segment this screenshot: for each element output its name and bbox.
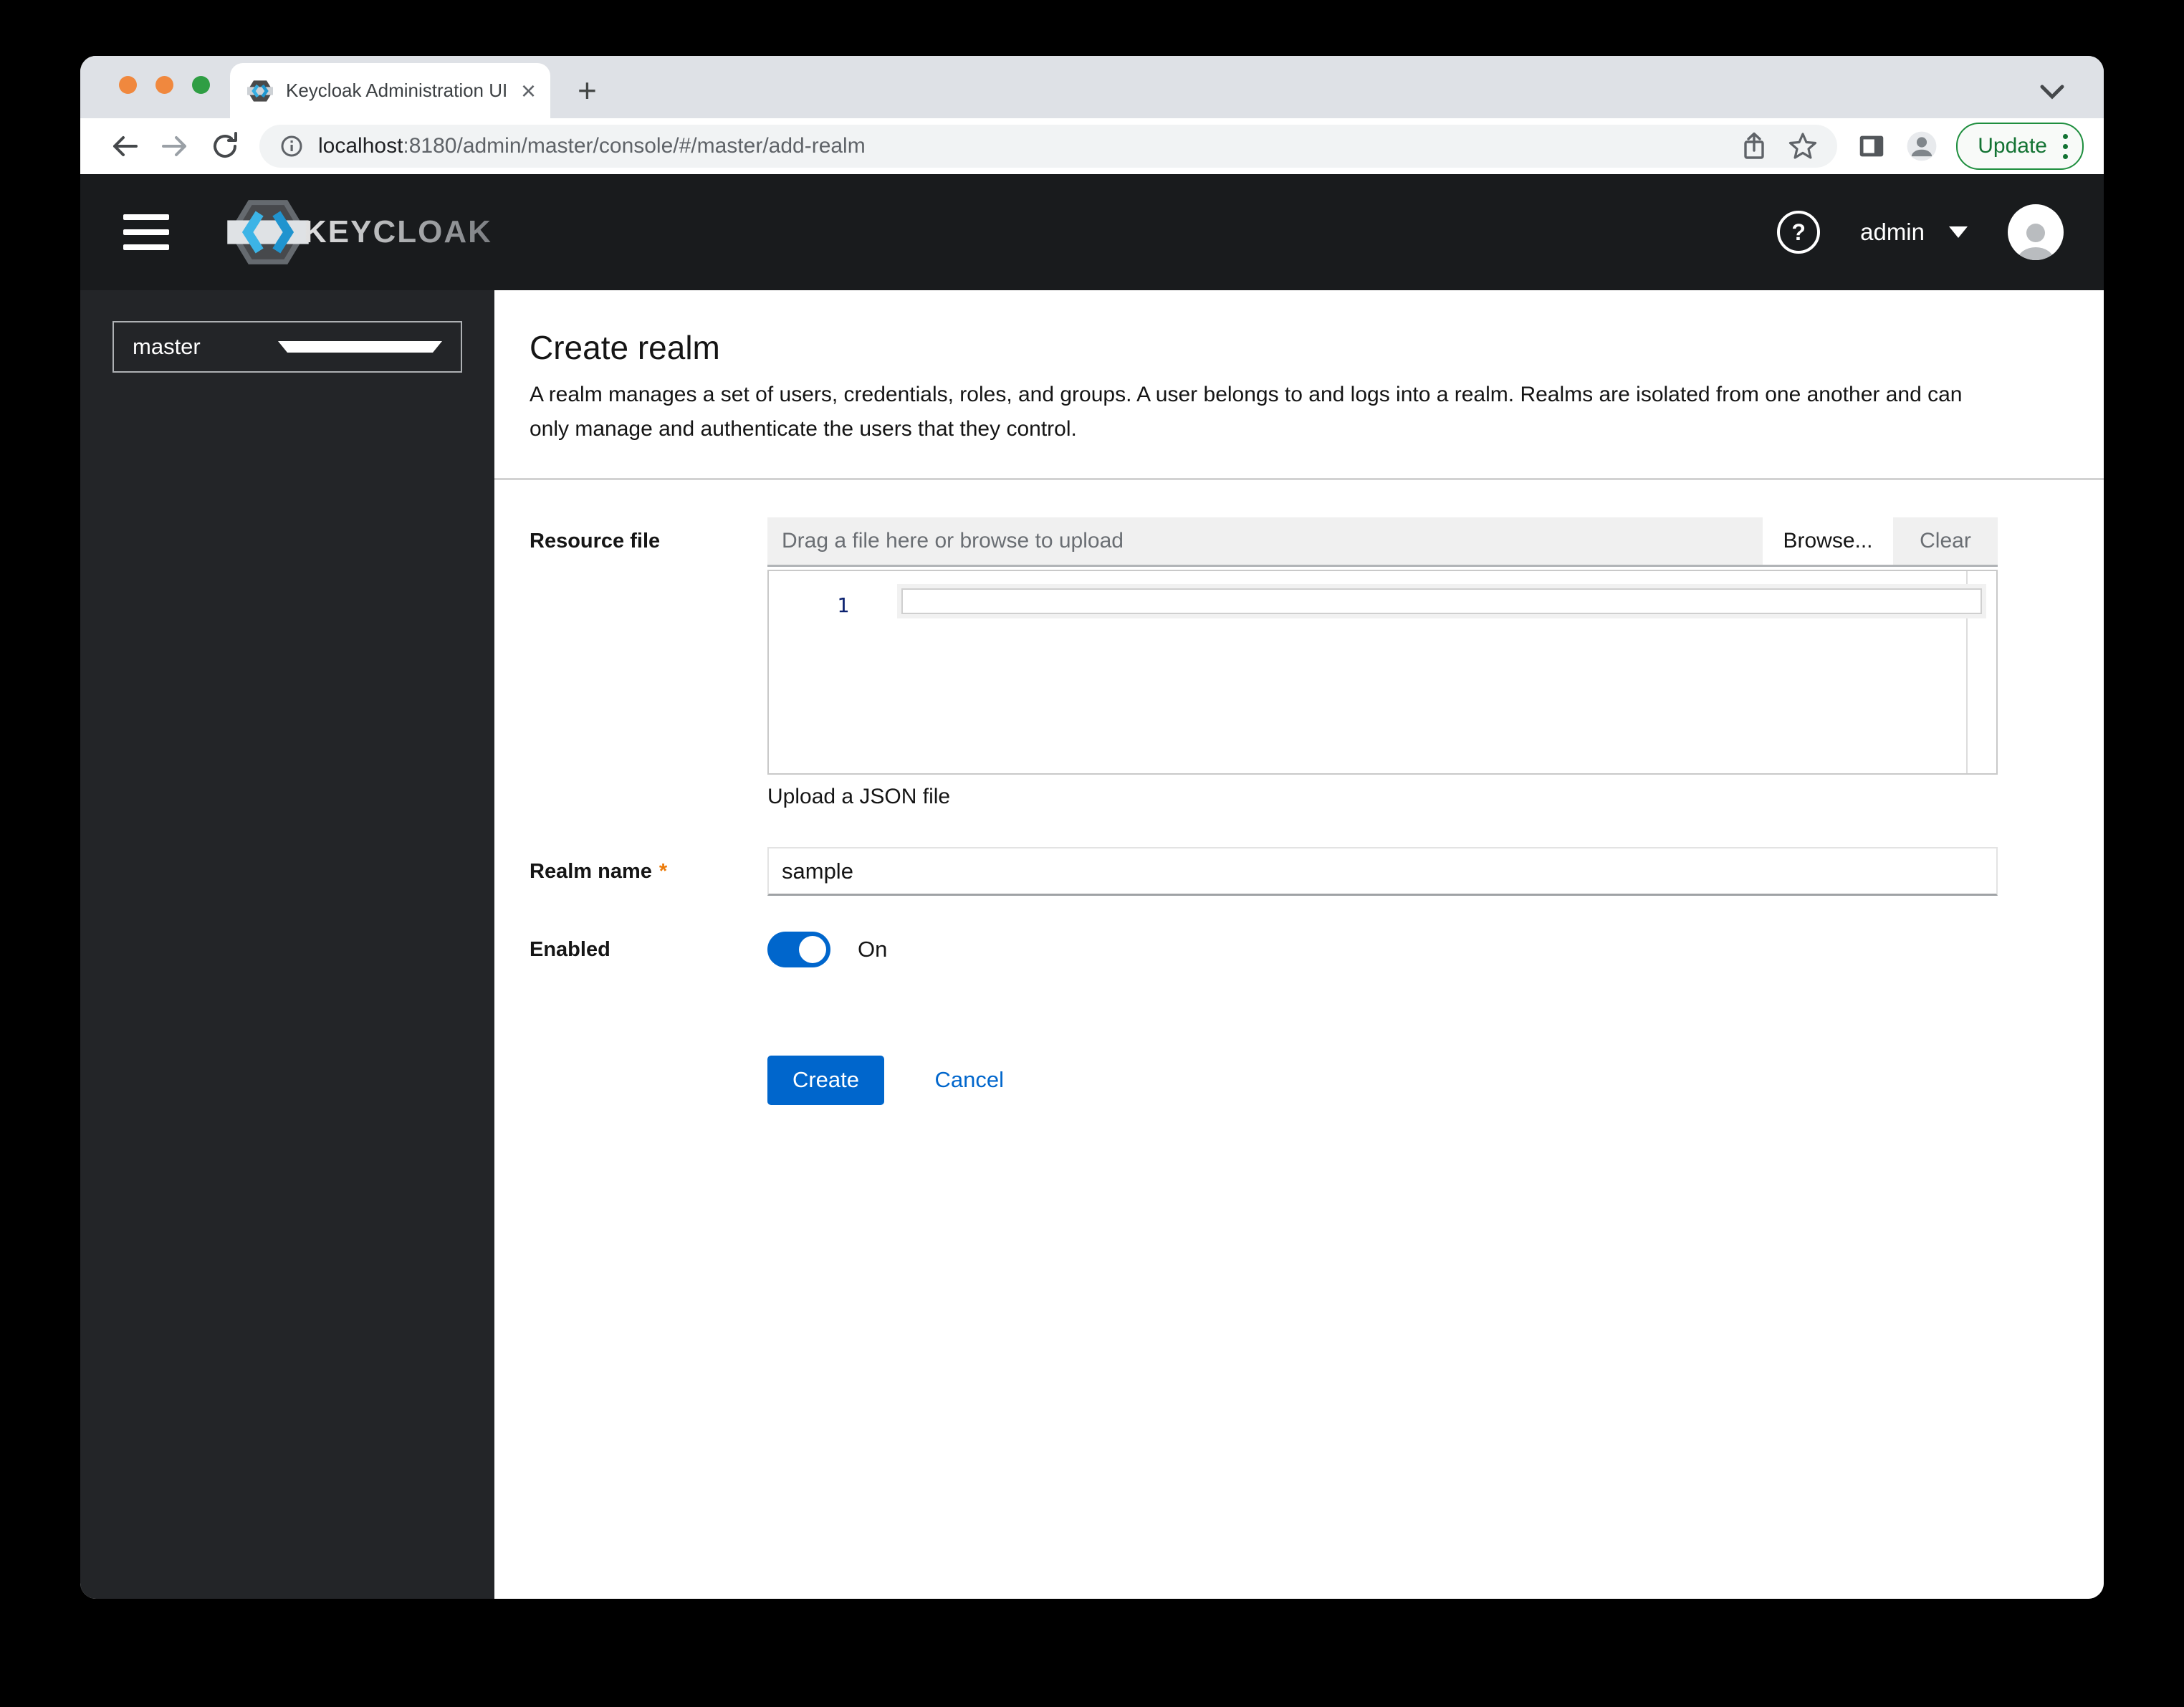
chrome-update-button[interactable]: Update [1956, 123, 2084, 170]
side-panel-icon[interactable] [1856, 130, 1887, 162]
browser-toolbar: localhost:8180/admin/master/console/#/ma… [80, 118, 2104, 174]
keycloak-logo-icon [227, 200, 309, 264]
realm-name-row: Realm name * [530, 847, 2104, 896]
editor-line-number: 1 [837, 593, 849, 617]
url-text: localhost:8180/admin/master/console/#/ma… [318, 134, 1734, 158]
clear-button[interactable]: Clear [1893, 517, 1998, 565]
page-description: A realm manages a set of users, credenti… [530, 383, 1963, 441]
chevron-down-icon [1949, 226, 1968, 238]
close-window-button[interactable] [119, 76, 137, 94]
tab-search-chevron-icon[interactable] [2038, 82, 2066, 101]
json-code-editor[interactable]: 1 [767, 570, 1998, 775]
app-body: master Create realm A realm manages a se… [80, 290, 2104, 1599]
window-controls [119, 76, 210, 94]
sidebar: master [80, 290, 494, 1599]
resource-file-field: Browse... Clear 1 Upload a JSON file [767, 517, 1998, 811]
toggle-state-label: On [858, 937, 888, 962]
share-icon[interactable] [1740, 130, 1768, 162]
file-upload-group: Browse... Clear [767, 517, 1998, 567]
update-label: Update [1978, 134, 2047, 158]
reload-button[interactable] [209, 130, 241, 162]
page-header: Create realm A realm manages a set of us… [494, 290, 2104, 446]
minimize-window-button[interactable] [155, 76, 173, 94]
page-title: Create realm [530, 329, 720, 366]
avatar[interactable] [2008, 204, 2064, 260]
browser-window: Keycloak Administration UI × + localhost… [80, 56, 2104, 1599]
required-indicator: * [658, 860, 668, 883]
editor-active-line[interactable] [897, 584, 1986, 618]
site-info-icon[interactable] [278, 133, 305, 160]
masthead-right: ? admin [1777, 204, 2064, 260]
form-actions-row: Create Cancel [530, 1055, 2104, 1105]
new-tab-button[interactable]: + [578, 74, 597, 107]
resource-file-label: Resource file [530, 530, 661, 553]
realm-name-field [767, 847, 1998, 896]
main-content: Create realm A realm manages a set of us… [494, 290, 2104, 1599]
tab-title: Keycloak Administration UI [286, 80, 508, 101]
zoom-window-button[interactable] [192, 76, 210, 94]
enabled-row: Enabled On [530, 932, 2104, 967]
realm-selector-value: master [133, 334, 201, 359]
keycloak-masthead: KEYCLOAK ? admin [80, 174, 2104, 290]
realm-selector-dropdown[interactable]: master [112, 321, 462, 373]
nav-toggle-icon[interactable] [123, 214, 169, 250]
create-realm-form: Resource file Browse... Clear 1 Upload [494, 480, 2104, 1105]
user-name: admin [1860, 219, 1925, 245]
upload-helper-text: Upload a JSON file [767, 785, 951, 808]
url-path: :8180/admin/master/console/#/master/add-… [403, 134, 866, 158]
browser-menu-icon[interactable] [2063, 133, 2068, 159]
toggle-knob [799, 936, 826, 963]
tab-close-icon[interactable]: × [521, 77, 536, 104]
address-bar[interactable]: localhost:8180/admin/master/console/#/ma… [259, 125, 1838, 168]
tab-strip: Keycloak Administration UI × + [80, 56, 2104, 118]
keycloak-brand[interactable]: KEYCLOAK [225, 195, 492, 269]
realm-name-label: Realm name * [530, 860, 668, 883]
user-dropdown[interactable]: admin [1860, 219, 1968, 246]
enabled-label: Enabled [530, 938, 610, 961]
keycloak-favicon-icon [247, 80, 273, 102]
enabled-field: On [767, 932, 1998, 967]
create-button[interactable]: Create [767, 1055, 884, 1105]
enabled-toggle[interactable] [767, 932, 830, 967]
help-icon[interactable]: ? [1777, 211, 1821, 254]
url-host: localhost [318, 134, 403, 158]
brand-text: KEYCLOAK [304, 214, 492, 249]
form-actions: Create Cancel [767, 1055, 1998, 1105]
browser-tab[interactable]: Keycloak Administration UI × [230, 63, 550, 118]
browse-button[interactable]: Browse... [1763, 517, 1893, 565]
profile-icon[interactable] [1906, 130, 1938, 162]
cancel-link[interactable]: Cancel [934, 1067, 1004, 1092]
file-upload-input[interactable] [767, 517, 1763, 565]
realm-name-input[interactable] [767, 847, 1998, 896]
forward-button[interactable] [159, 130, 191, 162]
back-button[interactable] [109, 130, 140, 162]
bookmark-star-icon[interactable] [1787, 130, 1819, 162]
resource-file-row: Resource file Browse... Clear 1 Upload [530, 517, 2104, 811]
chevron-down-icon [278, 341, 442, 353]
